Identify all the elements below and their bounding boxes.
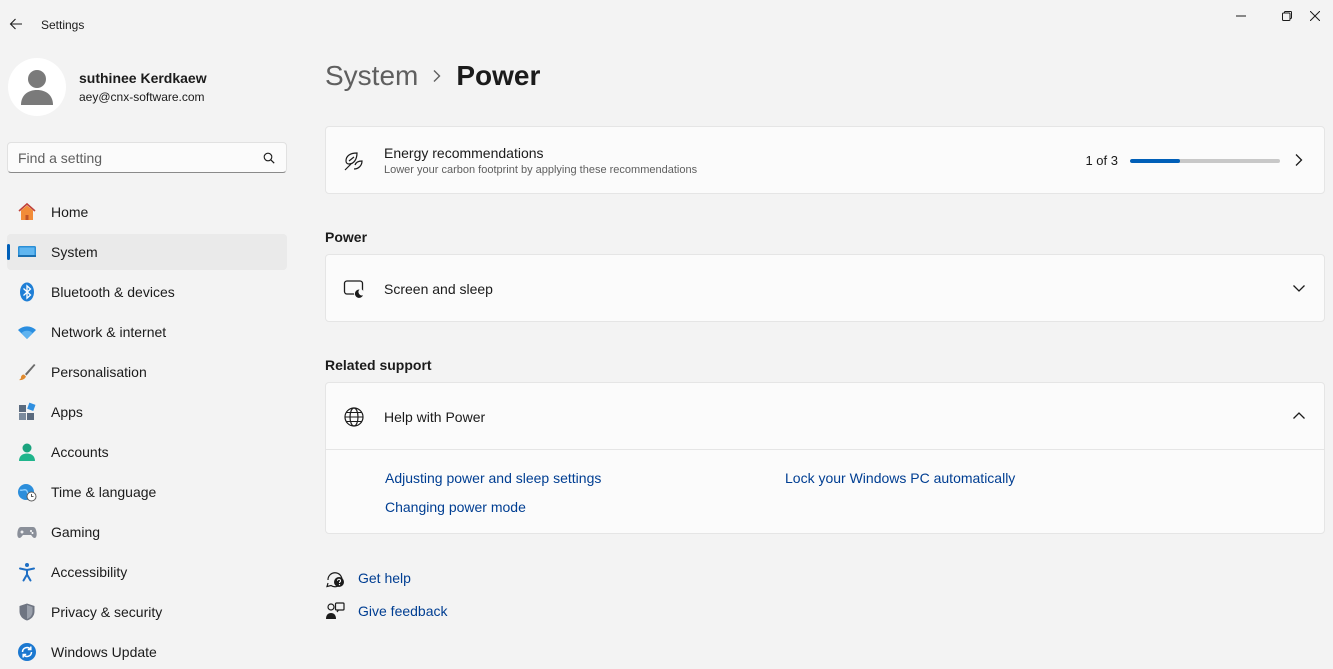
bluetooth-icon — [17, 282, 37, 302]
progress-fill — [1130, 158, 1180, 163]
gamepad-icon — [17, 522, 37, 542]
give-feedback-link[interactable]: Give feedback — [325, 601, 448, 621]
power-section-title: Power — [325, 229, 368, 245]
chevron-right-icon[interactable] — [1290, 151, 1308, 169]
restore-icon — [1282, 11, 1292, 21]
title-bar: Settings — [0, 0, 1333, 48]
sidebar-item-windows-update[interactable]: Windows Update — [7, 634, 287, 669]
sidebar-item-label: Apps — [51, 404, 83, 420]
sidebar-item-label: Accounts — [51, 444, 109, 460]
related-support-title: Related support — [325, 357, 432, 373]
link-changing-power-mode[interactable]: Changing power mode — [385, 499, 526, 515]
help-with-power-card: Help with Power Adjusting power and slee… — [325, 382, 1325, 534]
get-help-label: Get help — [358, 570, 411, 586]
close-button[interactable] — [1310, 4, 1333, 28]
get-help-icon — [325, 568, 345, 588]
energy-subtitle: Lower your carbon footprint by applying … — [384, 164, 698, 176]
chevron-down-icon[interactable] — [1290, 279, 1308, 297]
chevron-up-icon[interactable] — [1290, 407, 1308, 425]
minimize-icon — [1236, 15, 1246, 17]
sidebar-item-label: Personalisation — [51, 364, 147, 380]
sidebar-item-bluetooth-devices[interactable]: Bluetooth & devices — [7, 274, 287, 310]
person-placeholder-icon — [21, 70, 53, 105]
energy-title: Energy recommendations — [384, 145, 544, 161]
energy-recommendations-card[interactable]: Energy recommendations Lower your carbon… — [325, 126, 1325, 194]
shield-icon — [17, 602, 37, 622]
search-input[interactable] — [8, 149, 252, 166]
sidebar-item-privacy-security[interactable]: Privacy & security — [7, 594, 287, 630]
user-profile[interactable]: suthinee Kerdkaew aey@cnx-software.com — [8, 58, 207, 116]
back-button[interactable] — [4, 12, 28, 36]
energy-progress: 1 of 3 — [1085, 153, 1280, 168]
sidebar-item-label: Time & language — [51, 484, 157, 500]
avatar — [8, 58, 66, 116]
globe-icon — [343, 406, 365, 428]
sidebar-item-personalisation[interactable]: Personalisation — [7, 354, 287, 390]
sidebar-item-label: Windows Update — [51, 644, 157, 660]
minimize-button[interactable] — [1218, 4, 1264, 28]
sidebar-item-label: Gaming — [51, 524, 101, 540]
breadcrumb-system[interactable]: System — [325, 60, 418, 92]
leaf-icon — [343, 150, 365, 172]
help-links: Adjusting power and sleep settings Lock … — [326, 449, 1324, 533]
help-with-power-label: Help with Power — [384, 409, 486, 425]
sidebar-item-time-language[interactable]: Time & language — [7, 474, 287, 510]
sidebar-item-gaming[interactable]: Gaming — [7, 514, 287, 550]
sidebar-item-label: Accessibility — [51, 564, 128, 580]
feedback-icon — [325, 601, 345, 621]
get-help-link[interactable]: Get help — [325, 568, 411, 588]
sidebar-item-apps[interactable]: Apps — [7, 394, 287, 430]
page-title: Power — [456, 60, 541, 91]
search-box[interactable] — [7, 142, 287, 173]
sidebar-item-label: Bluetooth & devices — [51, 284, 175, 300]
progress-text: 1 of 3 — [1085, 153, 1118, 168]
help-with-power-header[interactable]: Help with Power — [326, 383, 1324, 449]
app-title: Settings — [41, 18, 85, 32]
sidebar-item-label: System — [51, 244, 98, 260]
wifi-icon — [17, 322, 37, 342]
close-icon — [1310, 11, 1320, 21]
apps-icon — [17, 402, 37, 422]
monitor-icon — [17, 242, 37, 262]
sidebar-item-system[interactable]: System — [7, 234, 287, 270]
brush-icon — [17, 362, 37, 382]
sidebar-item-label: Network & internet — [51, 324, 167, 340]
screen-sleep-label: Screen and sleep — [384, 281, 493, 297]
profile-name: suthinee Kerdkaew — [79, 70, 207, 86]
sidebar-nav: Home System Bluetooth & devices Network … — [7, 194, 287, 669]
accessibility-icon — [17, 562, 37, 582]
sidebar-item-network-internet[interactable]: Network & internet — [7, 314, 287, 350]
link-lock-pc-automatically[interactable]: Lock your Windows PC automatically — [785, 470, 1015, 486]
progress-track — [1130, 158, 1280, 163]
chevron-right-icon — [432, 69, 442, 83]
home-icon — [17, 202, 37, 222]
globe-clock-icon — [17, 482, 37, 502]
breadcrumb: System Power — [325, 58, 540, 94]
person-icon — [17, 442, 37, 462]
profile-email: aey@cnx-software.com — [79, 90, 205, 104]
sidebar-item-label: Home — [51, 204, 89, 220]
sidebar-item-label: Privacy & security — [51, 604, 163, 620]
maximize-button[interactable] — [1264, 4, 1310, 28]
sidebar-item-accounts[interactable]: Accounts — [7, 434, 287, 470]
give-feedback-label: Give feedback — [358, 603, 448, 619]
link-adjusting-power-sleep[interactable]: Adjusting power and sleep settings — [385, 470, 601, 486]
sidebar-item-accessibility[interactable]: Accessibility — [7, 554, 287, 590]
screen-and-sleep-card[interactable]: Screen and sleep — [325, 254, 1325, 322]
update-icon — [17, 642, 37, 662]
back-arrow-icon — [9, 18, 22, 30]
search-icon[interactable] — [252, 143, 286, 172]
sidebar-item-home[interactable]: Home — [7, 194, 287, 230]
sidebar: suthinee Kerdkaew aey@cnx-software.com H… — [0, 48, 300, 669]
screen-sleep-icon — [343, 278, 365, 300]
